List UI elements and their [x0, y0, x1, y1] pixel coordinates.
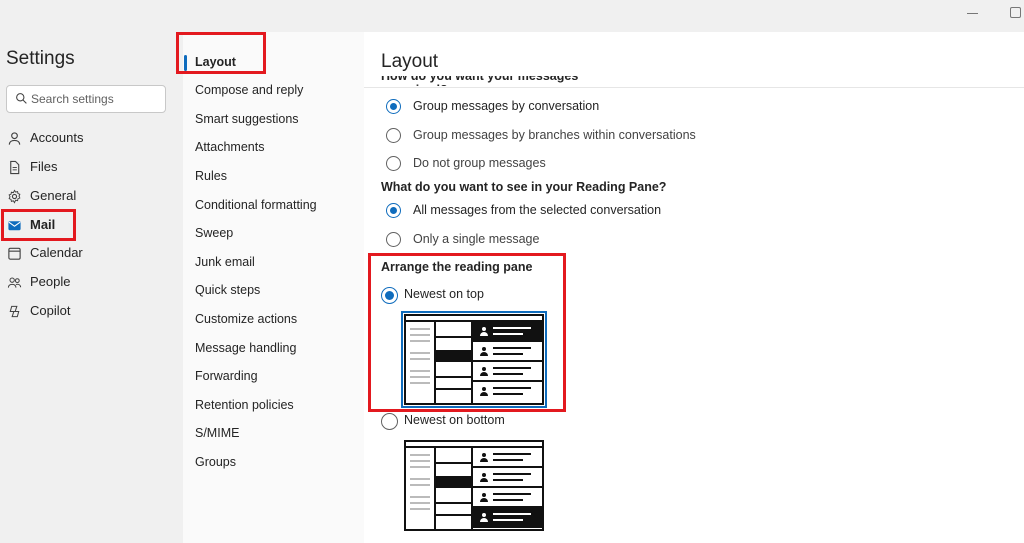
option-label: Do not group messages — [413, 156, 546, 170]
highlight-box-mail — [1, 209, 76, 241]
radio-button[interactable] — [386, 203, 401, 218]
preview-message — [473, 508, 542, 528]
highlight-box-layout — [176, 32, 266, 74]
layout-settings-panel: Layout How do you want your messages org… — [364, 32, 1024, 543]
organize-heading: How do you want your messages organized? — [381, 76, 641, 86]
avatar-icon — [480, 513, 488, 522]
nav-label: People — [30, 274, 71, 289]
preview-row — [436, 514, 471, 516]
mid-item-smime[interactable]: S/MIME — [195, 426, 239, 444]
preview-line — [410, 460, 430, 462]
page-title: Layout — [381, 51, 439, 72]
option-label: Newest on bottom — [404, 413, 505, 427]
preview-text-line — [493, 493, 531, 495]
mid-item-compose-and-reply[interactable]: Compose and reply — [195, 83, 303, 101]
nav-item-accounts[interactable]: Accounts — [0, 124, 180, 152]
mid-item-forwarding[interactable]: Forwarding — [195, 369, 258, 387]
nav-label: Files — [30, 159, 58, 174]
search-input[interactable] — [31, 90, 161, 108]
reading-pane-heading: What do you want to see in your Reading … — [381, 180, 667, 194]
nav-item-files[interactable]: Files — [0, 153, 180, 181]
nav-label: General — [30, 188, 77, 203]
nav-label: Calendar — [30, 245, 83, 260]
option-label: All messages from the selected conversat… — [413, 203, 662, 217]
mid-item-customize-actions[interactable]: Customize actions — [195, 312, 297, 330]
preview-row — [436, 462, 471, 464]
avatar-icon — [480, 493, 488, 502]
calendar-icon — [8, 247, 21, 260]
search-icon — [16, 93, 27, 104]
mid-item-junk-email[interactable]: Junk email — [195, 255, 255, 273]
maximize-button[interactable] — [1006, 4, 1024, 20]
preview-line — [410, 466, 430, 468]
option-label: Group messages by branches within conver… — [413, 128, 696, 142]
preview-line — [410, 484, 430, 486]
preview-folder-pane — [406, 448, 436, 529]
radio-button[interactable] — [386, 232, 401, 247]
organize-heading-text: How do you want your messages organized? — [381, 76, 579, 86]
mid-item-message-handling[interactable]: Message handling — [195, 341, 296, 359]
mid-item-smart-suggestions[interactable]: Smart suggestions — [195, 112, 299, 130]
gear-icon — [8, 189, 21, 204]
mid-item-attachments[interactable]: Attachments — [195, 140, 264, 158]
preview-text-line — [493, 519, 523, 521]
mid-item-conditional-formatting[interactable]: Conditional formatting — [195, 198, 317, 216]
preview-text-line — [493, 513, 531, 515]
title-bar — [0, 0, 1024, 32]
radio-button[interactable] — [386, 156, 401, 171]
avatar-icon — [480, 473, 488, 482]
preview-text-line — [493, 453, 531, 455]
nav-item-people[interactable]: People — [0, 268, 180, 296]
preview-message — [473, 488, 542, 508]
mail-settings-nav: Layout Compose and reply Smart suggestio… — [176, 32, 364, 543]
person-icon — [8, 132, 21, 145]
mid-item-retention-policies[interactable]: Retention policies — [195, 398, 294, 416]
nav-label: Copilot — [30, 303, 71, 318]
option-label: Only a single message — [413, 232, 540, 246]
mid-item-groups[interactable]: Groups — [195, 455, 236, 473]
preview-text-line — [493, 459, 523, 461]
preview-text-line — [493, 473, 531, 475]
preview-message-list — [436, 448, 473, 529]
preview-message — [473, 468, 542, 488]
preview-line — [410, 454, 430, 456]
nav-item-general[interactable]: General — [0, 182, 180, 210]
highlight-box-arrange — [368, 253, 566, 412]
search-box[interactable] — [6, 85, 166, 113]
radio-button[interactable] — [381, 413, 398, 430]
mid-item-quick-steps[interactable]: Quick steps — [195, 283, 260, 301]
file-icon — [10, 160, 20, 175]
preview-row — [436, 502, 471, 504]
settings-nav: Settings Accounts Files General Mail Cal… — [0, 32, 183, 543]
mid-item-rules[interactable]: Rules — [195, 169, 227, 187]
mid-item-sweep[interactable]: Sweep — [195, 226, 233, 244]
preview-text-line — [493, 479, 523, 481]
nav-item-copilot[interactable]: Copilot — [0, 297, 180, 325]
nav-item-calendar[interactable]: Calendar — [0, 239, 180, 267]
preview-line — [410, 508, 430, 510]
preview-line — [410, 502, 430, 504]
preview-newest-on-bottom[interactable] — [404, 440, 544, 531]
minimize-button[interactable] — [961, 4, 985, 20]
header-divider — [364, 87, 1024, 88]
preview-line — [410, 478, 430, 480]
radio-button[interactable] — [386, 99, 401, 114]
copilot-icon — [9, 305, 20, 318]
radio-button[interactable] — [386, 128, 401, 143]
preview-selected-row — [436, 476, 471, 488]
preview-message — [473, 448, 542, 468]
settings-title: Settings — [6, 48, 75, 69]
option-label: Group messages by conversation — [413, 99, 600, 113]
nav-label: Accounts — [30, 130, 84, 145]
preview-text-line — [493, 499, 523, 501]
people-icon — [7, 277, 22, 288]
avatar-icon — [480, 453, 488, 462]
preview-line — [410, 496, 430, 498]
